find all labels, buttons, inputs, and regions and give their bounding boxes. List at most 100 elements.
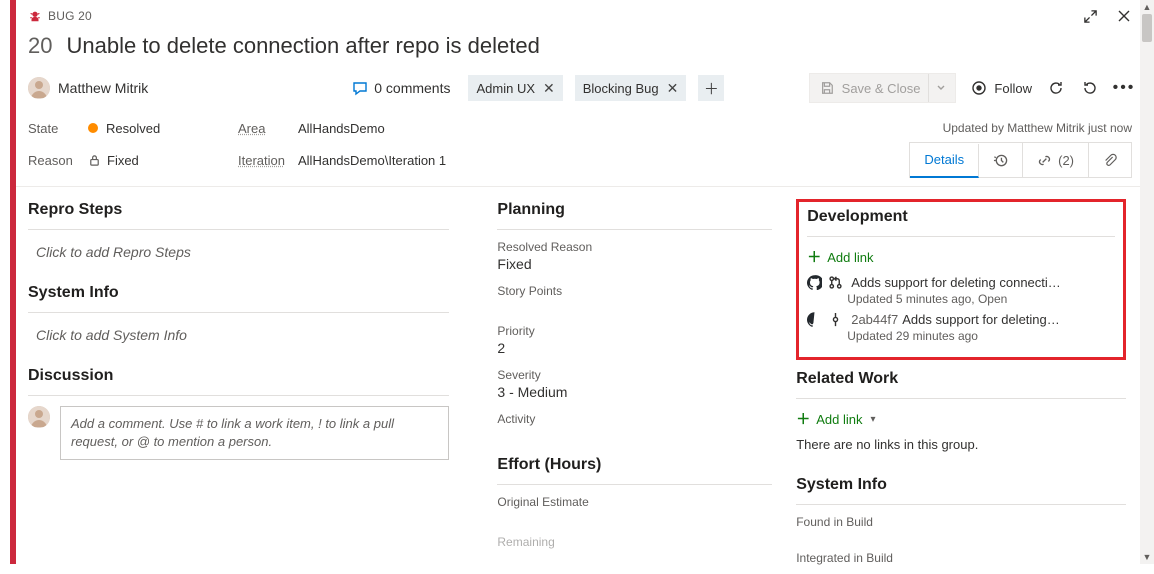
section-system-info-right: System Info [796,476,1126,494]
scroll-up-icon[interactable]: ▲ [1140,0,1154,14]
area-label: Area [238,121,298,136]
links-count: (2) [1058,153,1074,168]
chevron-down-icon: ▾ [870,414,875,425]
link-icon [1037,153,1052,168]
tab-strip: Details (2) [909,142,1132,178]
scroll-thumb[interactable] [1142,14,1152,42]
tab-attachments[interactable] [1089,143,1131,177]
divider [28,395,449,396]
section-system-info: System Info [28,284,449,302]
assignee-name[interactable]: Matthew Mitrik [58,80,148,96]
divider [796,398,1126,399]
github-icon [807,312,822,327]
comment-input[interactable]: Add a comment. Use # to link a work item… [60,406,449,460]
comments-count: 0 comments [374,80,450,96]
remaining-label[interactable]: Remaining [497,535,772,549]
development-item-title: Adds support for deleting connecti… [851,275,1061,290]
refresh-button[interactable] [1046,78,1066,98]
repro-steps-input[interactable]: Click to add Repro Steps [28,240,449,282]
revert-button[interactable] [1080,78,1100,98]
commit-sha: 2ab44f7 [851,312,898,327]
divider [28,312,449,313]
priority-value[interactable]: 2 [497,340,772,356]
plus-icon: ＋ [807,247,821,267]
section-planning: Planning [497,201,772,219]
found-in-build-label[interactable]: Found in Build [796,515,1126,529]
tab-links[interactable]: (2) [1023,143,1089,177]
bug-icon [28,9,42,23]
work-item-type-label: BUG 20 [48,9,92,23]
iteration-label: Iteration [238,153,298,168]
comment-icon [352,80,368,96]
divider [497,484,772,485]
comments-button[interactable]: 0 comments [346,80,456,96]
development-highlight: Development ＋ Add link Adds support for … [796,199,1126,360]
tag-blocking-bug[interactable]: Blocking Bug ✕ [575,75,687,101]
development-item[interactable]: Adds support for deleting connecti… [807,275,1115,290]
state-value[interactable]: Resolved [106,121,160,136]
divider [28,229,449,230]
save-icon [820,81,834,95]
add-tag-button[interactable]: ＋ [698,75,724,101]
github-icon [807,275,822,290]
original-estimate-label[interactable]: Original Estimate [497,495,772,509]
plus-icon: ＋ [796,409,810,429]
tag-remove-icon[interactable]: ✕ [667,81,679,95]
integrated-in-build-label[interactable]: Integrated in Build [796,551,1126,565]
divider [807,236,1115,237]
lock-icon [88,154,101,167]
work-item-title[interactable]: Unable to delete connection after repo i… [66,33,539,59]
expand-icon[interactable] [1080,6,1100,26]
severity-label: Severity [497,368,772,382]
divider [497,229,772,230]
activity-label[interactable]: Activity [497,412,772,426]
assignee-avatar[interactable] [28,77,50,99]
scrollbar[interactable]: ▲ ▼ [1140,0,1154,564]
resolved-reason-value[interactable]: Fixed [497,256,772,272]
add-link-label: Add link [827,250,873,265]
reason-label: Reason [28,153,88,168]
save-label: Save & Close [842,81,921,96]
history-icon [993,153,1008,168]
development-item-sub: Updated 29 minutes ago [847,329,1115,343]
follow-label: Follow [994,81,1032,96]
system-info-input[interactable]: Click to add System Info [28,323,449,365]
current-user-avatar [28,406,50,428]
resolved-reason-label: Resolved Reason [497,240,772,254]
save-and-close-button[interactable]: Save & Close [809,73,957,103]
section-development: Development [807,208,1115,226]
scroll-down-icon[interactable]: ▼ [1140,550,1154,564]
tag-admin-ux[interactable]: Admin UX ✕ [468,75,562,101]
reason-value[interactable]: Fixed [107,153,139,168]
add-link-label: Add link [816,412,862,427]
updated-text: Updated by Matthew Mitrik just now [943,121,1132,135]
section-discussion: Discussion [28,367,449,385]
pull-request-icon [828,275,843,290]
iteration-value[interactable]: AllHandsDemo\Iteration 1 [298,153,446,168]
story-points-label[interactable]: Story Points [497,284,772,298]
divider [796,504,1126,505]
commit-title: Adds support for deleting … [902,312,1061,327]
related-empty-text: There are no links in this group. [796,437,1126,452]
add-related-link-button[interactable]: ＋ Add link ▾ [796,409,1126,429]
commit-icon [828,312,843,327]
tab-details[interactable]: Details [910,144,979,178]
tag-label: Admin UX [476,81,535,96]
tab-history[interactable] [979,143,1023,177]
priority-label: Priority [497,324,772,338]
close-icon[interactable] [1114,6,1134,26]
attachment-icon [1103,153,1117,168]
state-label: State [28,121,88,136]
development-item-sub: Updated 5 minutes ago, Open [847,292,1115,306]
section-effort: Effort (Hours) [497,456,772,474]
more-actions-button[interactable]: ••• [1114,78,1134,98]
severity-value[interactable]: 3 - Medium [497,384,772,400]
follow-button[interactable]: Follow [970,79,1032,97]
add-link-button[interactable]: ＋ Add link [807,247,1115,267]
tag-remove-icon[interactable]: ✕ [543,81,555,95]
development-item[interactable]: 2ab44f7 Adds support for deleting … [807,312,1115,327]
area-value[interactable]: AllHandsDemo [298,121,385,136]
development-item-title: 2ab44f7 Adds support for deleting … [851,312,1061,327]
work-item-id: 20 [28,33,52,59]
save-dropdown-icon[interactable] [928,74,945,102]
